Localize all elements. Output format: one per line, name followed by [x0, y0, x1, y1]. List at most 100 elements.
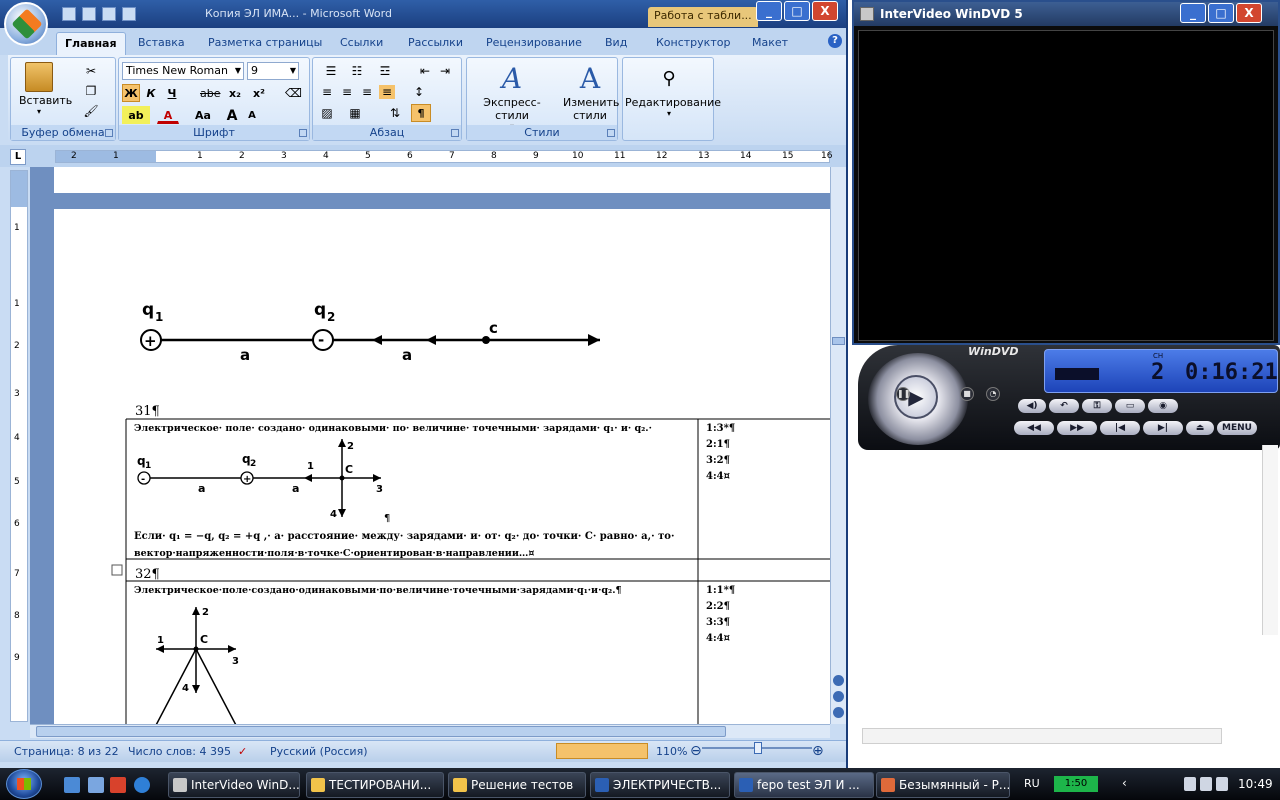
redo-icon[interactable] [102, 7, 116, 21]
zoom-slider[interactable] [702, 742, 812, 755]
decrease-indent-icon[interactable]: ⇤ [417, 64, 433, 78]
horizontal-scroll-thumb[interactable] [36, 726, 726, 737]
ruler-bar[interactable]: 2 1 1 2 3 4 5 6 7 8 9 10 11 12 13 14 15 … [55, 150, 832, 163]
tab-references[interactable]: Ссылки [340, 36, 383, 49]
media-player-icon[interactable] [110, 777, 126, 793]
video-screen[interactable] [858, 30, 1274, 341]
shading-icon[interactable]: ▨ [319, 106, 335, 120]
zoom-slider-knob[interactable] [754, 742, 762, 754]
multilevel-list-icon[interactable]: ☲ [373, 64, 397, 78]
switch-windows-icon[interactable] [88, 777, 104, 793]
line-spacing-icon[interactable]: ↕ [411, 85, 427, 99]
tab-review[interactable]: Рецензирование [486, 36, 582, 49]
align-left-icon[interactable]: ≡ [319, 85, 335, 99]
increase-indent-icon[interactable]: ⇥ [437, 64, 453, 78]
justify-icon[interactable]: ≡ [379, 85, 395, 99]
menu-button[interactable]: MENU [1217, 421, 1257, 435]
superscript-button[interactable]: x² [249, 84, 269, 102]
windvd-maximize-button[interactable]: □ [1208, 3, 1234, 23]
start-button[interactable] [6, 769, 42, 799]
tab-selector[interactable]: L [10, 149, 26, 165]
font-name-select[interactable]: Times New Roman ▼ [122, 62, 244, 80]
next-chapter-button[interactable]: ▶| [1143, 421, 1183, 435]
task-paint[interactable]: Безымянный - Р... [876, 772, 1010, 798]
fast-forward-button[interactable]: ▶▶ [1057, 421, 1097, 435]
maximize-button[interactable]: □ [784, 1, 810, 21]
save-icon[interactable] [62, 7, 76, 21]
vertical-scrollbar[interactable] [830, 167, 846, 724]
document-area[interactable]: q 1 + a q 2 - a c 31¶ Электрическое· пол… [30, 167, 830, 724]
paste-button[interactable]: Вставить ▾ [19, 62, 72, 116]
highlight-button[interactable]: ab [122, 106, 150, 124]
office-button[interactable] [4, 2, 48, 46]
windvd-close-button[interactable]: X [1236, 3, 1262, 23]
clock[interactable]: 10:49 [1238, 777, 1273, 791]
minimize-button[interactable]: _ [756, 1, 782, 21]
clock-icon[interactable]: ◔ [986, 387, 1000, 401]
battery-icon[interactable] [1184, 777, 1196, 791]
table-move-handle[interactable] [111, 564, 123, 576]
align-center-icon[interactable]: ≡ [339, 85, 355, 99]
subtitle-icon[interactable]: ▭ [1115, 399, 1145, 413]
copy-icon[interactable]: ❐ [83, 84, 99, 98]
sort-icon[interactable]: ⇅ [387, 106, 403, 120]
volume-icon[interactable]: ◀) [1018, 399, 1046, 413]
eject-button[interactable]: ⏏ [1186, 421, 1214, 435]
font-launcher-icon[interactable] [299, 129, 307, 137]
undo-icon[interactable] [82, 7, 96, 21]
view-buttons[interactable] [556, 743, 648, 759]
clipboard-launcher-icon[interactable] [105, 129, 113, 137]
previous-page-icon[interactable] [833, 675, 844, 686]
windvd-minimize-button[interactable]: _ [1180, 3, 1206, 23]
word-count[interactable]: Число слов: 4 395 [128, 745, 231, 758]
tab-layout[interactable]: Макет [752, 36, 788, 49]
vertical-ruler[interactable]: 1 1 2 3 4 5 6 7 8 9 [10, 170, 28, 722]
tab-view[interactable]: Вид [605, 36, 627, 49]
previous-chapter-button[interactable]: |◀ [1100, 421, 1140, 435]
font-size-select[interactable]: 9 ▼ [247, 62, 299, 80]
tab-insert[interactable]: Вставка [138, 36, 185, 49]
show-formatting-button[interactable]: ¶ [411, 104, 431, 122]
styles-launcher-icon[interactable] [607, 129, 615, 137]
zoom-level[interactable]: 110% [656, 745, 687, 758]
tab-page-layout[interactable]: Разметка страницы [208, 36, 322, 49]
quick-styles-button[interactable]: A Экспресс-стили ▾ [471, 62, 553, 131]
vertical-scroll-thumb[interactable] [832, 337, 845, 345]
internet-explorer-icon[interactable] [134, 777, 150, 793]
page-count[interactable]: Страница: 8 из 22 [14, 745, 119, 758]
show-desktop-icon[interactable] [64, 777, 80, 793]
editing-button[interactable]: ⚲ Редактирование ▾ [625, 62, 721, 118]
task-word-fepo[interactable]: fepo test ЭЛ И ... [734, 772, 874, 798]
italic-button[interactable]: К [142, 84, 160, 102]
task-windvd[interactable]: InterVideo WinD... [168, 772, 300, 798]
customize-qat-icon[interactable] [122, 7, 136, 21]
chevron-left-icon[interactable]: ‹ [1122, 776, 1127, 790]
volume-tray-icon[interactable] [1216, 777, 1228, 791]
tab-home[interactable]: Главная [56, 32, 126, 56]
change-styles-button[interactable]: A Изменить стили [563, 62, 619, 122]
change-case-button[interactable]: Aa [189, 106, 217, 124]
document-page[interactable]: q 1 + a q 2 - a c 31¶ Электрическое· пол… [54, 209, 830, 724]
align-right-icon[interactable]: ≡ [359, 85, 375, 99]
numbering-icon[interactable]: ☷ [345, 64, 369, 78]
next-page-icon[interactable] [833, 707, 844, 718]
return-icon[interactable]: ↶ [1049, 399, 1079, 413]
language-indicator[interactable]: Русский (Россия) [270, 745, 368, 758]
tab-design[interactable]: Конструктор [656, 36, 730, 49]
borders-icon[interactable]: ▦ [347, 106, 363, 120]
task-folder-testing[interactable]: ТЕСТИРОВАНИ... [306, 772, 444, 798]
task-word-electricity[interactable]: ЭЛЕКТРИЧЕСТВ... [590, 772, 730, 798]
task-folder-solutions[interactable]: Решение тестов [448, 772, 586, 798]
browse-object-icon[interactable] [833, 691, 844, 702]
background-window-hscrollbar[interactable] [862, 728, 1222, 744]
help-icon[interactable]: ? [828, 34, 842, 48]
language-indicator-tray[interactable]: RU [1024, 777, 1040, 790]
battery-meter[interactable]: 1:50 [1054, 776, 1098, 792]
underline-button[interactable]: Ч [163, 84, 181, 102]
zoom-out-icon[interactable]: ⊖ [690, 743, 702, 759]
close-button[interactable]: X [812, 1, 838, 21]
network-icon[interactable] [1200, 777, 1212, 791]
tab-mailings[interactable]: Рассылки [408, 36, 463, 49]
table-tools-context-tab[interactable]: Работа с табли... [648, 7, 758, 27]
horizontal-scrollbar[interactable] [30, 724, 830, 738]
